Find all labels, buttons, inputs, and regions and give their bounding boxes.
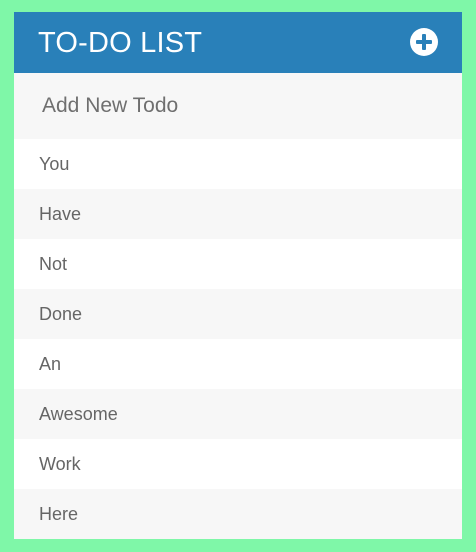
todo-item[interactable]: Done bbox=[14, 289, 462, 339]
todo-list: You Have Not Done An Awesome Work Here bbox=[14, 139, 462, 539]
todo-item[interactable]: Have bbox=[14, 189, 462, 239]
todo-item[interactable]: Here bbox=[14, 489, 462, 539]
todo-item[interactable]: An bbox=[14, 339, 462, 389]
todo-header: TO-DO LIST bbox=[14, 12, 462, 73]
todo-item[interactable]: You bbox=[14, 139, 462, 189]
add-todo-input[interactable] bbox=[14, 73, 462, 139]
todo-item[interactable]: Not bbox=[14, 239, 462, 289]
todo-card: TO-DO LIST You Have Not Done An Awesome … bbox=[14, 12, 462, 539]
page-title: TO-DO LIST bbox=[38, 27, 203, 59]
todo-item[interactable]: Work bbox=[14, 439, 462, 489]
todo-item[interactable]: Awesome bbox=[14, 389, 462, 439]
plus-circle-icon[interactable] bbox=[410, 28, 438, 56]
